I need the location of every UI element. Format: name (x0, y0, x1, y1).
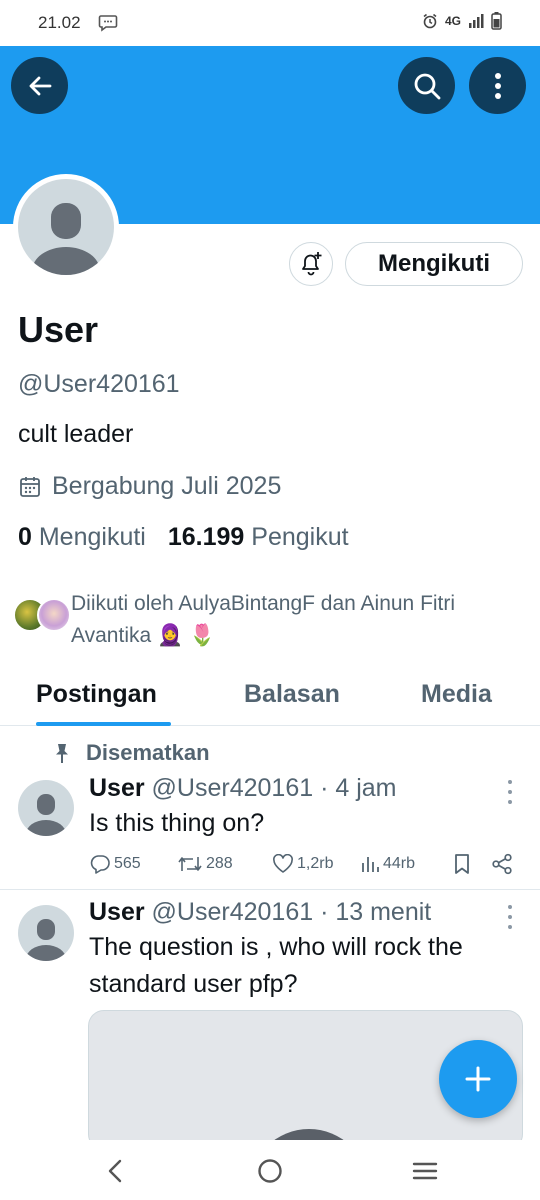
followed-by-text: Diikuti oleh AulyaBintangF dan Ainun Fit… (71, 592, 456, 647)
search-button[interactable] (398, 57, 455, 114)
profile-tabs: Postingan Balasan Media (0, 666, 540, 726)
following-button[interactable]: Mengikuti (345, 242, 523, 286)
back-button[interactable] (11, 57, 68, 114)
like-count: 1,2rb (297, 855, 334, 872)
tweet-author-name[interactable]: User (89, 898, 145, 926)
active-tab-indicator (36, 722, 171, 726)
share-button[interactable] (491, 850, 513, 878)
reply-button[interactable]: 565 (89, 850, 141, 878)
notification-bell-button[interactable] (289, 242, 333, 286)
tweet-more-button[interactable] (500, 905, 520, 929)
status-time: 21.02 (38, 13, 81, 32)
more-vertical-icon (494, 72, 501, 99)
menu-lines-icon (412, 1162, 438, 1180)
reply-count: 565 (114, 855, 141, 872)
chat-notification-icon (98, 15, 118, 32)
system-navigation-bar (0, 1140, 540, 1200)
followers-label: Pengikut (251, 523, 349, 551)
nav-home-button[interactable] (255, 1156, 285, 1186)
tweet-text: The question is , who will rock the stan… (89, 933, 463, 998)
join-date: Bergabung Juli 2025 (18, 472, 281, 501)
tweet-actions: 565 288 1,2rb 44rb (89, 850, 519, 878)
status-bar: 21.02 4G (0, 0, 540, 46)
search-icon (414, 73, 440, 99)
status-indicators: 4G (422, 12, 502, 30)
follower-avatar (37, 598, 71, 632)
tweet-meta: @User420161 · 13 menit (151, 898, 432, 926)
followed-by[interactable]: Diikuti oleh AulyaBintangF dan Ainun Fit… (13, 586, 533, 650)
follow-counts: 0 Mengikuti 16.199 Pengikut (18, 523, 349, 552)
bell-plus-icon (302, 252, 322, 276)
tweet-text: Is this thing on? (89, 809, 265, 837)
more-options-button[interactable] (469, 57, 526, 114)
followers-link[interactable]: 16.199 Pengikut (168, 523, 349, 552)
following-link[interactable]: 0 Mengikuti (18, 523, 146, 552)
compose-tweet-button[interactable] (439, 1040, 517, 1118)
like-button[interactable]: 1,2rb (272, 850, 333, 878)
bio: cult leader (18, 420, 134, 448)
tweet-header: User @User420161 · 4 jam (89, 774, 396, 803)
tweet-header: User @User420161 · 13 menit (89, 898, 431, 927)
retweet-count: 288 (206, 855, 233, 872)
bookmark-icon (455, 854, 469, 874)
tweet-divider (0, 889, 540, 890)
default-avatar-icon (26, 919, 66, 961)
view-count: 44rb (383, 855, 416, 872)
pinned-label-text: Disematkan (86, 740, 210, 765)
join-date-text: Bergabung Juli 2025 (52, 472, 282, 500)
heart-icon (273, 854, 293, 873)
following-label: Mengikuti (38, 523, 146, 551)
tweet-more-button[interactable] (500, 780, 520, 804)
plus-icon (465, 1066, 491, 1092)
tab-replies[interactable]: Balasan (244, 680, 340, 709)
tab-media[interactable]: Media (421, 680, 492, 709)
nav-recents-button[interactable] (410, 1156, 440, 1186)
views-button[interactable]: 44rb (360, 850, 415, 878)
tweet-author-name[interactable]: User (89, 774, 145, 802)
nav-back-button[interactable] (100, 1156, 130, 1186)
retweet-button[interactable]: 288 (177, 850, 233, 878)
following-count: 0 (18, 523, 32, 551)
share-icon (492, 853, 512, 875)
default-avatar-icon (26, 794, 66, 836)
home-circle-icon (258, 1159, 282, 1183)
pinned-label: Disematkan (52, 740, 210, 766)
default-avatar-icon (18, 179, 114, 275)
analytics-icon (362, 857, 379, 872)
profile-avatar[interactable] (13, 174, 119, 280)
reply-icon (90, 855, 110, 874)
tweet-meta: @User420161 · 4 jam (151, 774, 397, 802)
alarm-icon (423, 13, 437, 29)
chevron-left-icon (108, 1159, 122, 1183)
signal-icon (469, 14, 484, 28)
tab-posts[interactable]: Postingan (36, 680, 157, 709)
tweet-avatar[interactable] (18, 780, 74, 836)
user-handle: @User420161 (18, 370, 180, 398)
network-type: 4G (444, 14, 461, 28)
tweet-avatar[interactable] (18, 905, 74, 961)
retweet-icon (178, 857, 202, 871)
display-name: User (18, 309, 99, 350)
bookmark-button[interactable] (453, 850, 471, 878)
calendar-icon (20, 476, 40, 497)
battery-icon (491, 12, 502, 30)
arrow-left-icon (29, 76, 51, 95)
pin-icon (56, 744, 68, 763)
followers-count: 16.199 (167, 523, 245, 551)
